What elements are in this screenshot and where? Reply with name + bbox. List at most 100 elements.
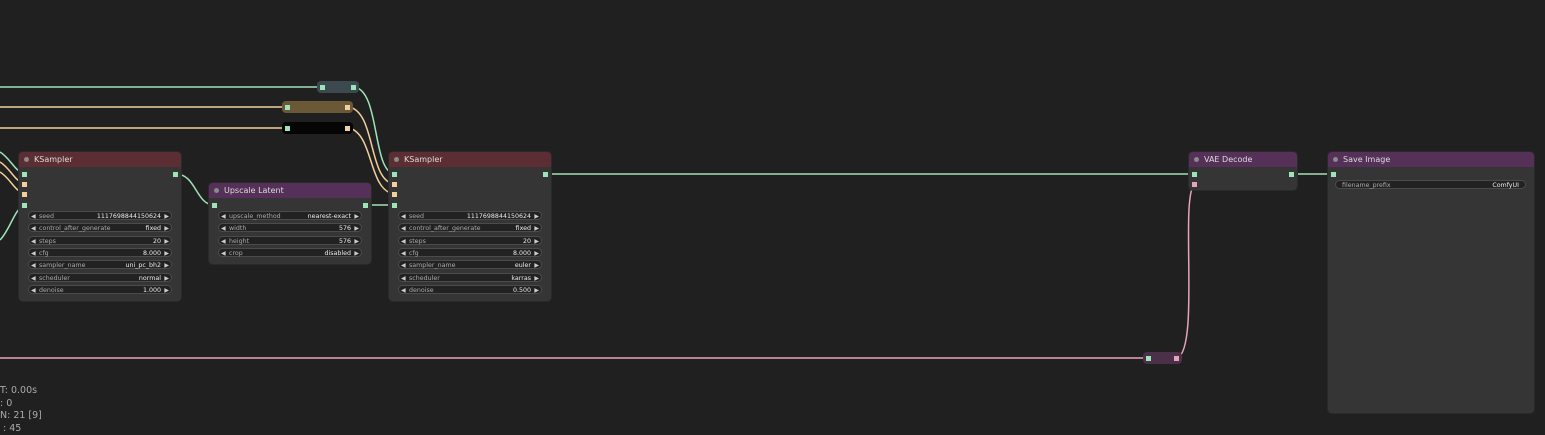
reroute-output-socket[interactable] [345,126,350,131]
decrement-arrow-icon[interactable]: ◀ [31,286,36,295]
latent-output-socket[interactable] [543,172,548,177]
decrement-arrow-icon[interactable]: ◀ [401,212,406,221]
decrement-arrow-icon[interactable]: ◀ [31,249,36,258]
node-header[interactable]: KSampler [19,152,181,167]
node-header[interactable]: VAE Decode [1189,152,1297,167]
increment-arrow-icon[interactable]: ▶ [534,286,539,295]
samples-input-socket[interactable] [1192,172,1197,177]
collapse-dot-icon[interactable] [1194,157,1199,162]
collapse-dot-icon[interactable] [24,157,29,162]
increment-arrow-icon[interactable]: ▶ [164,261,169,270]
node-header[interactable]: Upscale Latent [209,183,371,198]
reroute-positive[interactable] [282,101,353,113]
increment-arrow-icon[interactable]: ▶ [164,249,169,258]
widget-sampler-name[interactable]: ◀sampler_nameuni_pc_bh2▶ [28,260,172,269]
negative-input-socket[interactable] [22,192,27,197]
increment-arrow-icon[interactable]: ▶ [534,261,539,270]
decrement-arrow-icon[interactable]: ◀ [221,249,226,258]
widget-scheduler[interactable]: ◀schedulernormal▶ [28,273,172,282]
decrement-arrow-icon[interactable]: ◀ [401,249,406,258]
widget-scheduler[interactable]: ◀schedulerkarras▶ [398,273,542,282]
widget-denoise[interactable]: ◀denoise1.000▶ [28,285,172,294]
increment-arrow-icon[interactable]: ▶ [164,237,169,246]
widget-label: crop [229,249,243,258]
widget-cfg[interactable]: ◀cfg8.000▶ [398,248,542,257]
widget-seed[interactable]: ◀seed1117698844150624▶ [28,211,172,220]
decrement-arrow-icon[interactable]: ◀ [401,274,406,283]
latent-output-socket[interactable] [173,172,178,177]
collapse-dot-icon[interactable] [1333,157,1338,162]
reroute-input-socket[interactable] [320,85,325,90]
vae-input-socket[interactable] [1192,182,1197,187]
increment-arrow-icon[interactable]: ▶ [354,212,359,221]
collapse-dot-icon[interactable] [394,157,399,162]
increment-arrow-icon[interactable]: ▶ [164,212,169,221]
filename-prefix-field[interactable]: filename_prefix ComfyUI [1335,180,1526,189]
reroute-vae[interactable] [1143,352,1182,364]
decrement-arrow-icon[interactable]: ◀ [31,224,36,233]
widget-value: euler [515,261,531,270]
increment-arrow-icon[interactable]: ▶ [164,274,169,283]
node-header[interactable]: KSampler [389,152,551,167]
widget-width[interactable]: ◀width576▶ [218,223,362,232]
latent-input-socket[interactable] [22,203,27,208]
decrement-arrow-icon[interactable]: ◀ [31,237,36,246]
increment-arrow-icon[interactable]: ▶ [354,237,359,246]
widget-control-after-generate[interactable]: ◀control_after_generatefixed▶ [398,223,542,232]
latent-input-socket[interactable] [392,203,397,208]
decrement-arrow-icon[interactable]: ◀ [221,212,226,221]
vae-decode-node[interactable]: VAE Decode [1189,152,1297,190]
widget-seed[interactable]: ◀seed1117698844150624▶ [398,211,542,220]
latent-output-socket[interactable] [363,203,368,208]
increment-arrow-icon[interactable]: ▶ [534,224,539,233]
decrement-arrow-icon[interactable]: ◀ [401,286,406,295]
reroute-output-socket[interactable] [1174,356,1179,361]
widget-control-after-generate[interactable]: ◀control_after_generatefixed▶ [28,223,172,232]
reroute-output-socket[interactable] [351,85,356,90]
reroute-input-socket[interactable] [285,105,290,110]
increment-arrow-icon[interactable]: ▶ [534,237,539,246]
decrement-arrow-icon[interactable]: ◀ [31,261,36,270]
decrement-arrow-icon[interactable]: ◀ [401,224,406,233]
model-input-socket[interactable] [392,172,397,177]
reroute-input-socket[interactable] [1146,356,1151,361]
upscale-latent-node[interactable]: Upscale Latent ◀upscale_methodnearest-ex… [209,183,371,264]
negative-input-socket[interactable] [392,192,397,197]
save-image-node[interactable]: Save Image filename_prefix ComfyUI [1328,152,1534,413]
decrement-arrow-icon[interactable]: ◀ [401,237,406,246]
image-output-socket[interactable] [1289,172,1294,177]
increment-arrow-icon[interactable]: ▶ [534,212,539,221]
images-input-socket[interactable] [1331,172,1336,177]
increment-arrow-icon[interactable]: ▶ [164,224,169,233]
decrement-arrow-icon[interactable]: ◀ [221,224,226,233]
widget-height[interactable]: ◀height576▶ [218,236,362,245]
widget-crop[interactable]: ◀cropdisabled▶ [218,248,362,257]
positive-input-socket[interactable] [392,182,397,187]
widget-steps[interactable]: ◀steps20▶ [398,236,542,245]
reroute-negative[interactable] [282,122,353,134]
positive-input-socket[interactable] [22,182,27,187]
reroute-input-socket[interactable] [285,126,290,131]
ksampler-node-2[interactable]: KSampler ◀seed1117698844150624▶ ◀control_… [389,152,551,301]
reroute-output-socket[interactable] [345,105,350,110]
widget-sampler-name[interactable]: ◀sampler_nameeuler▶ [398,260,542,269]
decrement-arrow-icon[interactable]: ◀ [31,274,36,283]
model-input-socket[interactable] [22,172,27,177]
increment-arrow-icon[interactable]: ▶ [164,286,169,295]
widget-steps[interactable]: ◀steps20▶ [28,236,172,245]
decrement-arrow-icon[interactable]: ◀ [401,261,406,270]
ksampler-node-1[interactable]: KSampler ◀seed1117698844150624▶ ◀control_… [19,152,181,301]
increment-arrow-icon[interactable]: ▶ [534,249,539,258]
decrement-arrow-icon[interactable]: ◀ [221,237,226,246]
decrement-arrow-icon[interactable]: ◀ [31,212,36,221]
increment-arrow-icon[interactable]: ▶ [354,249,359,258]
node-header[interactable]: Save Image [1328,152,1534,167]
reroute-model[interactable] [317,81,359,93]
widget-upscale-method[interactable]: ◀upscale_methodnearest-exact▶ [218,211,362,220]
increment-arrow-icon[interactable]: ▶ [534,274,539,283]
collapse-dot-icon[interactable] [214,188,219,193]
widget-cfg[interactable]: ◀cfg8.000▶ [28,248,172,257]
samples-input-socket[interactable] [212,203,217,208]
increment-arrow-icon[interactable]: ▶ [354,224,359,233]
widget-denoise[interactable]: ◀denoise0.500▶ [398,285,542,294]
